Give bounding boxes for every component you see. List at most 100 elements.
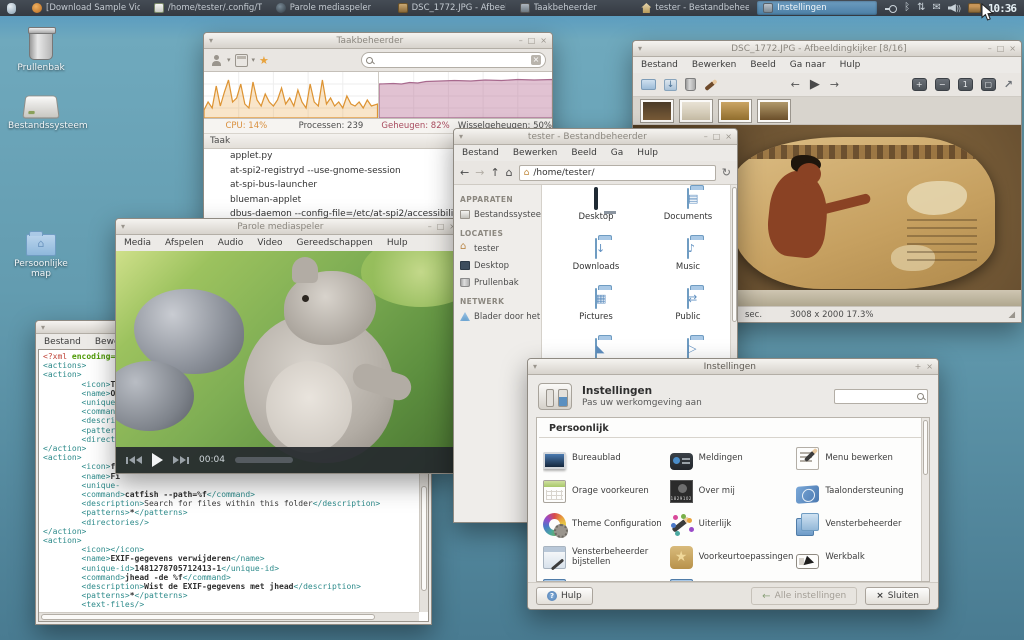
save-icon[interactable]: ↓ xyxy=(664,79,677,91)
settings-item-uiterlijk[interactable]: Uiterlijk xyxy=(670,508,797,541)
sidebar-item-desktop[interactable]: Desktop xyxy=(454,257,541,274)
thumbnail[interactable] xyxy=(680,100,712,122)
file-item-pictures[interactable]: ▦Pictures xyxy=(550,289,642,339)
previous-track-icon[interactable] xyxy=(126,456,142,464)
image-viewer-titlebar[interactable]: ▾ DSC_1772.JPG - Afbeeldingkijker [8/16]… xyxy=(633,41,1021,57)
menu-beeld[interactable]: Beeld xyxy=(750,60,775,70)
thumbnail[interactable] xyxy=(758,100,790,122)
edit-icon[interactable] xyxy=(704,78,717,90)
menu-gereedschappen[interactable]: Gereedschappen xyxy=(297,238,373,248)
menu-bestand[interactable]: Bestand xyxy=(641,60,678,70)
menu-media[interactable]: Media xyxy=(124,238,151,248)
settings-item-menu-bewerken[interactable]: Menu bewerken xyxy=(796,442,923,475)
rollup-icon[interactable]: ▾ xyxy=(41,323,53,332)
menu-bestand[interactable]: Bestand xyxy=(462,148,499,158)
maximize-icon[interactable]: □ xyxy=(528,36,536,45)
help-button[interactable]: ? Hulp xyxy=(536,587,593,605)
desktop-icon-bestandssysteem[interactable]: Bestandssysteem xyxy=(8,94,74,131)
desktop-icon-persoonlijke-map[interactable]: Persoonlijke map xyxy=(8,234,74,279)
settings-item-theme-configuration[interactable]: Theme Configuration xyxy=(543,508,670,541)
menu-ga-naar[interactable]: Ga naar xyxy=(790,60,826,70)
horizontal-scrollbar[interactable] xyxy=(39,612,419,621)
settings-item-xfce[interactable] xyxy=(543,574,670,582)
minimize-icon[interactable]: – xyxy=(519,36,523,45)
settings-item-meldingen[interactable]: Meldingen xyxy=(670,442,797,475)
next-track-icon[interactable] xyxy=(173,456,189,464)
sidebar-item-tester[interactable]: tester xyxy=(454,240,541,257)
play-icon[interactable] xyxy=(152,453,163,467)
close-icon[interactable]: × xyxy=(926,362,933,371)
close-icon[interactable]: × xyxy=(540,36,547,45)
menu-bewerken[interactable]: Bewerken xyxy=(692,60,736,70)
minimize-icon[interactable]: – xyxy=(704,132,708,141)
forward-icon[interactable]: → xyxy=(475,166,484,179)
next-image-icon[interactable]: → xyxy=(830,78,839,91)
reload-icon[interactable]: ↻ xyxy=(722,166,731,179)
settings-search-input[interactable] xyxy=(838,391,915,401)
chevron-down-icon[interactable]: ▾ xyxy=(227,56,231,64)
fullscreen-icon[interactable]: ↗ xyxy=(1004,78,1013,91)
taskbar-button-download-sample-videos[interactable]: [Download Sample Videos / ... xyxy=(26,1,146,15)
file-item-downloads[interactable]: ↓Downloads xyxy=(550,239,642,289)
desktop-icon-prullenbak[interactable]: Prullenbak xyxy=(8,30,74,73)
taskbar-button-home-tester-config-thunar[interactable]: /home/tester/.config/Thunar... xyxy=(148,1,268,15)
menu-hulp[interactable]: Hulp xyxy=(387,238,408,248)
delete-icon[interactable] xyxy=(685,78,696,91)
settings-titlebar[interactable]: ▾ Instellingen +× xyxy=(528,359,938,375)
chevron-down-icon[interactable]: ▾ xyxy=(252,56,256,64)
rollup-icon[interactable]: ▾ xyxy=(638,44,650,53)
file-manager-titlebar[interactable]: ▾ tester - Bestandbeheerder –□× xyxy=(454,129,737,145)
rollup-icon[interactable]: ▾ xyxy=(209,36,221,45)
settings-item-taalondersteuning[interactable]: Taalondersteuning xyxy=(796,475,923,508)
menu-afspelen[interactable]: Afspelen xyxy=(165,238,204,248)
file-item-desktop[interactable]: Desktop xyxy=(550,189,642,239)
mail-icon[interactable]: ✉ xyxy=(932,0,940,16)
rollup-icon[interactable]: ▾ xyxy=(121,222,133,231)
home-icon[interactable]: ⌂ xyxy=(506,166,513,179)
maximize-icon[interactable]: □ xyxy=(437,222,445,231)
sidebar-item-bestandssysteem[interactable]: Bestandssysteem xyxy=(454,206,541,223)
task-search-input[interactable] xyxy=(376,55,528,65)
settings-item-orage-voorkeuren[interactable]: Orage voorkeuren xyxy=(543,475,670,508)
view-mode-icon[interactable] xyxy=(235,54,248,67)
task-manager-titlebar[interactable]: ▾ Taakbeheerder –□× xyxy=(204,33,552,49)
zoom-out-button[interactable]: − xyxy=(935,78,950,91)
minimize-icon[interactable]: – xyxy=(988,44,992,53)
taskbar-button-parole-mediaspeler[interactable]: Parole mediaspeler xyxy=(270,1,390,15)
applications-menu-button[interactable] xyxy=(0,0,22,16)
menu-video[interactable]: Video xyxy=(257,238,282,248)
user-filter-icon[interactable] xyxy=(210,54,223,67)
thumbnail[interactable] xyxy=(641,100,673,122)
network-icon[interactable]: ⇅ xyxy=(917,0,925,16)
taskbar-button-dsc-1772-jpg-afbeeldingki[interactable]: DSC_1772.JPG - Afbeeldingki... xyxy=(392,1,512,15)
video-display[interactable]: 00:04 xyxy=(116,251,461,473)
vertical-scrollbar[interactable] xyxy=(921,418,929,581)
close-icon[interactable]: × xyxy=(1009,44,1016,53)
settings-item-vensterbeheerder[interactable]: Vensterbeheerder xyxy=(796,508,923,541)
back-icon[interactable]: ← xyxy=(460,166,469,179)
menu-bestand[interactable]: Bestand xyxy=(44,337,81,347)
close-button[interactable]: × Sluiten xyxy=(865,587,930,605)
maximize-icon[interactable]: □ xyxy=(997,44,1005,53)
favorites-icon[interactable]: ★ xyxy=(259,54,269,67)
zoom-in-button[interactable]: + xyxy=(912,78,927,91)
menu-hulp[interactable]: Hulp xyxy=(840,60,861,70)
menu-audio[interactable]: Audio xyxy=(218,238,244,248)
close-icon[interactable]: × xyxy=(725,132,732,141)
taskbar-button-instellingen[interactable]: Instellingen xyxy=(757,1,877,15)
file-item-music[interactable]: ♪Music xyxy=(642,239,734,289)
thumbnail[interactable] xyxy=(719,100,751,122)
task-search-box[interactable]: × xyxy=(361,52,546,68)
window-list-icon[interactable] xyxy=(968,3,981,13)
minimize-icon[interactable]: – xyxy=(428,222,432,231)
seek-bar[interactable] xyxy=(235,457,293,463)
volume-icon[interactable] xyxy=(948,3,961,13)
maximize-icon[interactable]: + xyxy=(915,362,922,371)
previous-image-icon[interactable]: ← xyxy=(791,78,800,91)
taskbar-button-taakbeheerder[interactable]: Taakbeheerder xyxy=(514,1,634,15)
zoom-fit-button[interactable]: ▢ xyxy=(981,78,996,91)
media-player-titlebar[interactable]: ▾ Parole mediaspeler –□× xyxy=(116,219,461,235)
bluetooth-icon[interactable]: ᛒ xyxy=(904,0,910,16)
settings-item-voorkeurtoepassingen[interactable]: Voorkeurtoepassingen xyxy=(670,541,797,574)
clear-search-icon[interactable]: × xyxy=(531,55,541,65)
